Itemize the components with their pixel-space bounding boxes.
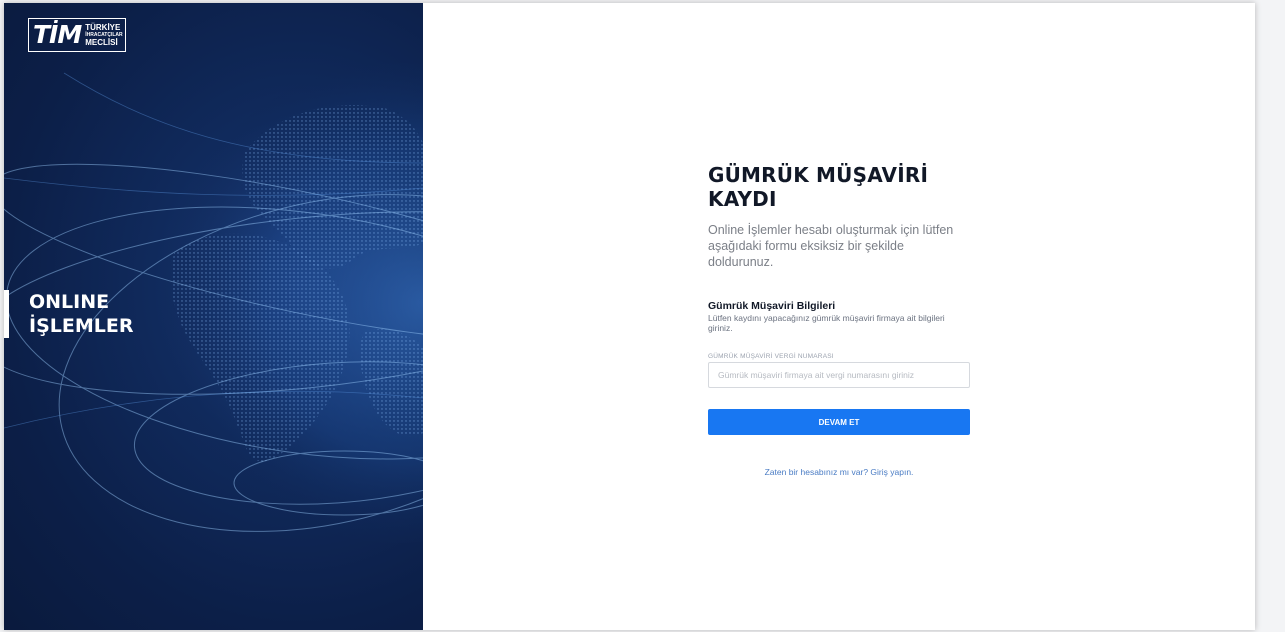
hero-title: ONLINE İŞLEMLER [4, 290, 133, 338]
logo-wordmark: TÜRKİYE İHRACATÇILAR MECLİSİ [85, 22, 123, 47]
logo-mark: TİM [33, 20, 82, 49]
hero-title-line-1: ONLINE [29, 291, 110, 313]
page-title-line-1: GÜMRÜK MÜŞAVİRİ [708, 163, 929, 187]
page-title-line-2: KAYDI [708, 187, 777, 211]
intro-text: Online İşlemler hesabı oluşturmak için l… [708, 223, 954, 269]
page-frame: TİM TÜRKİYE İHRACATÇILAR MECLİSİ ONLINE … [4, 3, 1255, 630]
hero-title-line-2: İŞLEMLER [29, 315, 134, 337]
registration-form: GÜMRÜK MÜŞAVİRİ KAYDI Online İşlemler he… [708, 163, 970, 477]
section-title: Gümrük Müşaviri Bilgileri [708, 300, 836, 312]
hero-panel: TİM TÜRKİYE İHRACATÇILAR MECLİSİ ONLINE … [4, 3, 423, 630]
section-description: Lütfen kaydını yapacağınız gümrük müşavi… [708, 313, 945, 333]
tim-logo[interactable]: TİM TÜRKİYE İHRACATÇILAR MECLİSİ [28, 18, 126, 52]
login-link[interactable]: Zaten bir hesabınız mı var? Giriş yapın. [708, 467, 970, 477]
logo-line-3: MECLİSİ [85, 37, 118, 47]
tax-number-input[interactable] [708, 362, 970, 388]
logo-line-2: İHRACATÇILAR [85, 31, 123, 38]
continue-button[interactable]: DEVAM ET [708, 409, 970, 435]
page-title: GÜMRÜK MÜŞAVİRİ KAYDI [708, 163, 970, 211]
logo-line-1: TÜRKİYE [85, 22, 121, 32]
tax-number-label: GÜMRÜK MÜŞAVİRİ VERGİ NUMARASI [708, 353, 834, 360]
